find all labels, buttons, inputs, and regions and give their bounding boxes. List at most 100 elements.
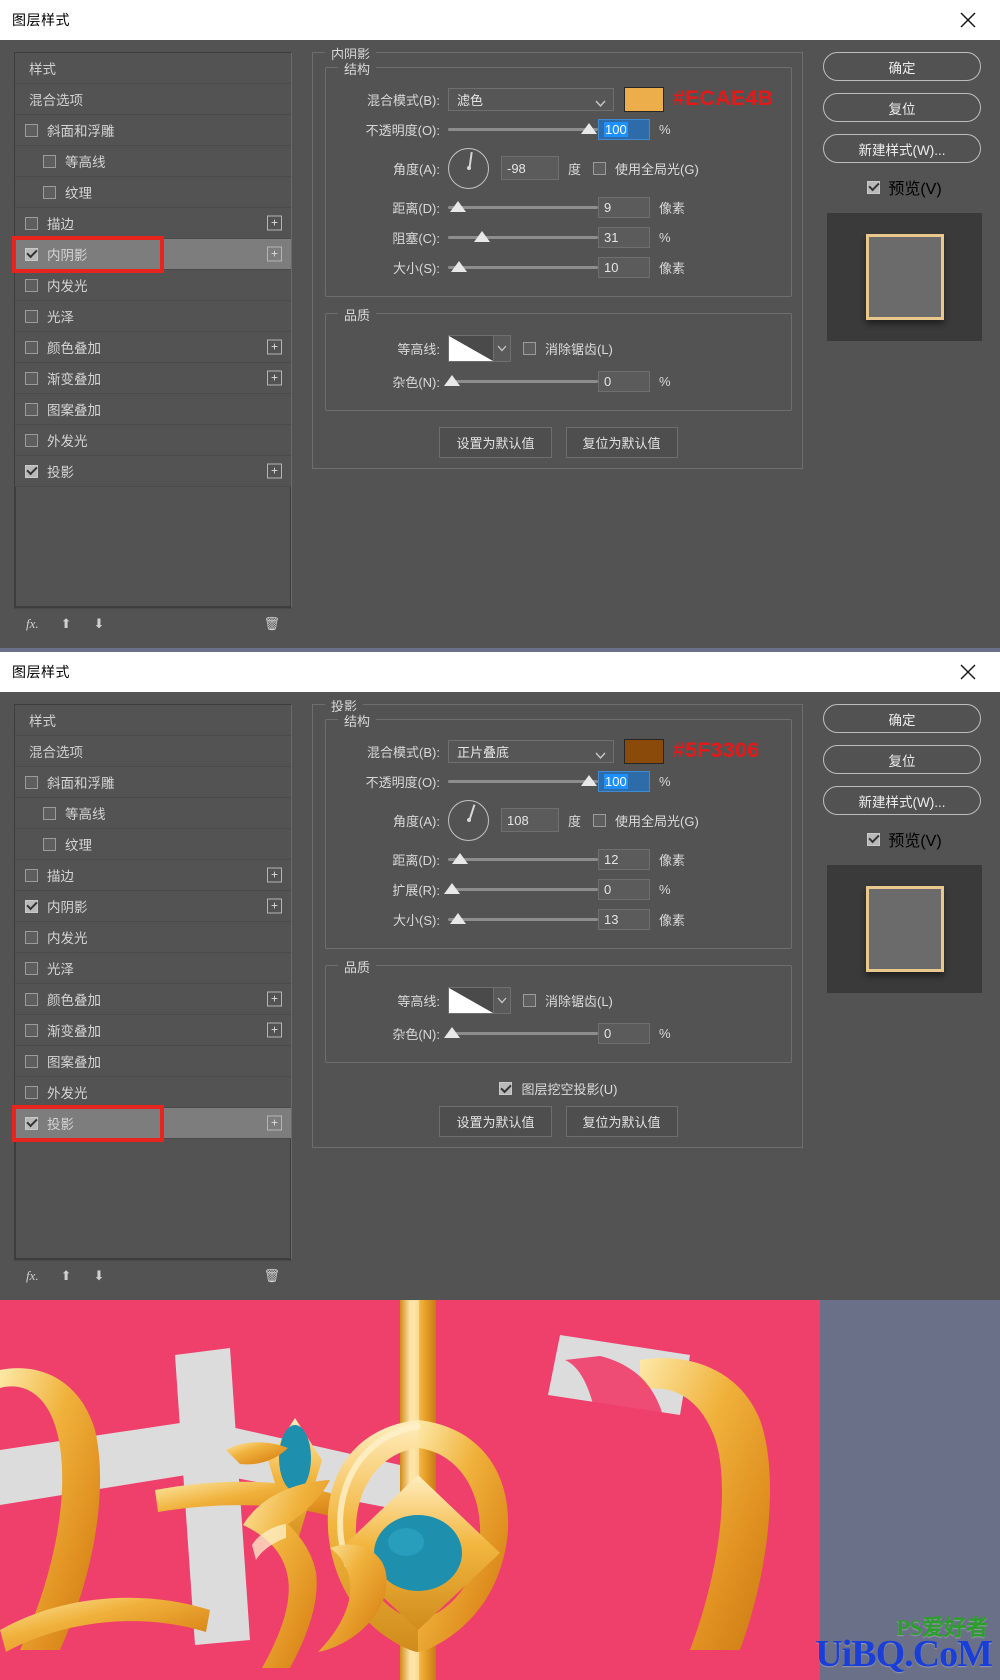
checkbox-bevel-emboss[interactable] (25, 775, 38, 789)
checkbox-satin[interactable] (25, 961, 38, 975)
add-effect-icon[interactable]: + (267, 867, 282, 883)
reset-button[interactable]: 复位 (823, 93, 981, 122)
checkbox-contour[interactable] (43, 154, 56, 168)
sidebar-item-inner-glow[interactable]: 内发光 (15, 922, 291, 953)
slider-knob[interactable] (581, 775, 597, 786)
chevron-down-icon[interactable] (494, 334, 511, 362)
sidebar-item-inner-glow[interactable]: 内发光 (15, 270, 291, 301)
slider-knob[interactable] (451, 261, 467, 272)
distance-input[interactable]: 12 (598, 848, 650, 870)
sidebar-item-styles[interactable]: 样式 (15, 705, 291, 736)
choke-slider[interactable] (448, 227, 598, 247)
close-icon[interactable] (958, 10, 978, 30)
contour-preset-picker[interactable] (448, 334, 511, 362)
antialias-toggle[interactable]: 消除锯齿(L) (523, 991, 613, 1010)
sidebar-item-contour[interactable]: 等高线 (15, 146, 291, 177)
checkbox-contour[interactable] (43, 806, 56, 820)
checkbox-antialias[interactable] (523, 993, 536, 1007)
contour-preset-picker[interactable] (448, 986, 511, 1014)
add-effect-icon[interactable]: + (267, 463, 282, 479)
opacity-input[interactable]: 100 (598, 118, 650, 140)
sidebar-item-stroke[interactable]: 描边 + (15, 860, 291, 891)
checkbox-drop-shadow[interactable] (25, 464, 38, 478)
checkbox-outer-glow[interactable] (25, 1085, 38, 1099)
arrow-up-icon[interactable]: ⬆ (61, 616, 72, 632)
checkbox-inner-glow[interactable] (25, 278, 38, 292)
slider-knob[interactable] (444, 375, 460, 386)
add-effect-icon[interactable]: + (267, 339, 282, 355)
arrow-down-icon[interactable]: ⬇ (94, 616, 105, 632)
close-icon[interactable] (958, 662, 978, 682)
preview-toggle[interactable]: 预览(V) (823, 827, 986, 851)
opacity-slider[interactable] (448, 119, 598, 139)
noise-input[interactable]: 0 (598, 370, 650, 392)
sidebar-item-satin[interactable]: 光泽 (15, 953, 291, 984)
fx-icon[interactable]: fx. (26, 1268, 39, 1284)
blend-mode-select[interactable]: 滤色 (448, 87, 614, 111)
angle-dial[interactable] (448, 799, 489, 841)
shadow-color-swatch[interactable] (624, 86, 664, 112)
slider-knob[interactable] (444, 1027, 460, 1038)
checkbox-inner-shadow[interactable] (25, 899, 38, 913)
checkbox-preview[interactable] (867, 180, 881, 194)
sidebar-item-gradient-overlay[interactable]: 渐变叠加 + (15, 1015, 291, 1046)
sidebar-item-color-overlay[interactable]: 颜色叠加 + (15, 332, 291, 363)
sidebar-item-gradient-overlay[interactable]: 渐变叠加 + (15, 363, 291, 394)
checkbox-color-overlay[interactable] (25, 992, 38, 1006)
size-slider[interactable] (448, 909, 598, 929)
layer-knockout-toggle[interactable]: 图层挖空投影(U) (325, 1079, 792, 1098)
angle-input[interactable]: -98 (501, 156, 559, 180)
checkbox-drop-shadow[interactable] (25, 1116, 38, 1130)
slider-knob[interactable] (474, 231, 490, 242)
arrow-up-icon[interactable]: ⬆ (61, 1268, 72, 1284)
antialias-toggle[interactable]: 消除锯齿(L) (523, 339, 613, 358)
distance-slider[interactable] (448, 849, 598, 869)
trash-icon[interactable]: 🗑 (263, 616, 280, 632)
ok-button[interactable]: 确定 (823, 704, 981, 733)
checkbox-pattern-overlay[interactable] (25, 402, 38, 416)
checkbox-bevel-emboss[interactable] (25, 123, 38, 137)
reset-to-default-button[interactable]: 复位为默认值 (565, 427, 678, 458)
choke-input[interactable]: 31 (598, 226, 650, 248)
sidebar-item-bevel-emboss[interactable]: 斜面和浮雕 (15, 767, 291, 798)
checkbox-color-overlay[interactable] (25, 340, 38, 354)
set-as-default-button[interactable]: 设置为默认值 (439, 1106, 552, 1137)
add-effect-icon[interactable]: + (267, 1022, 282, 1038)
slider-knob[interactable] (450, 201, 466, 212)
blend-mode-select[interactable]: 正片叠底 (448, 739, 614, 763)
angle-input[interactable]: 108 (501, 808, 559, 832)
use-global-light-toggle[interactable]: 使用全局光(G) (593, 811, 699, 830)
contour-thumbnail[interactable] (448, 986, 494, 1014)
ok-button[interactable]: 确定 (823, 52, 981, 81)
noise-input[interactable]: 0 (598, 1022, 650, 1044)
contour-thumbnail[interactable] (448, 334, 494, 362)
opacity-input[interactable]: 100 (598, 770, 650, 792)
sidebar-item-inner-shadow[interactable]: 内阴影 + (15, 239, 291, 270)
sidebar-item-contour[interactable]: 等高线 (15, 798, 291, 829)
slider-knob[interactable] (444, 883, 460, 894)
arrow-down-icon[interactable]: ⬇ (94, 1268, 105, 1284)
sidebar-item-color-overlay[interactable]: 颜色叠加 + (15, 984, 291, 1015)
distance-input[interactable]: 9 (598, 196, 650, 218)
sidebar-item-outer-glow[interactable]: 外发光 (15, 425, 291, 456)
checkbox-texture[interactable] (43, 185, 56, 199)
checkbox-outer-glow[interactable] (25, 433, 38, 447)
sidebar-item-pattern-overlay[interactable]: 图案叠加 (15, 1046, 291, 1077)
new-style-button[interactable]: 新建样式(W)... (823, 786, 981, 815)
sidebar-item-texture[interactable]: 纹理 (15, 177, 291, 208)
distance-slider[interactable] (448, 197, 598, 217)
checkbox-texture[interactable] (43, 837, 56, 851)
sidebar-item-blending-options[interactable]: 混合选项 (15, 736, 291, 767)
set-as-default-button[interactable]: 设置为默认值 (439, 427, 552, 458)
sidebar-item-drop-shadow[interactable]: 投影 + (15, 456, 291, 487)
checkbox-inner-shadow[interactable] (25, 247, 38, 261)
sidebar-item-outer-glow[interactable]: 外发光 (15, 1077, 291, 1108)
sidebar-item-pattern-overlay[interactable]: 图案叠加 (15, 394, 291, 425)
preview-toggle[interactable]: 预览(V) (823, 175, 986, 199)
sidebar-item-drop-shadow[interactable]: 投影 + (15, 1108, 291, 1139)
chevron-down-icon[interactable] (494, 986, 511, 1014)
checkbox-gradient-overlay[interactable] (25, 1023, 38, 1037)
add-effect-icon[interactable]: + (267, 246, 282, 262)
spread-input[interactable]: 0 (598, 878, 650, 900)
angle-dial[interactable] (448, 147, 489, 189)
